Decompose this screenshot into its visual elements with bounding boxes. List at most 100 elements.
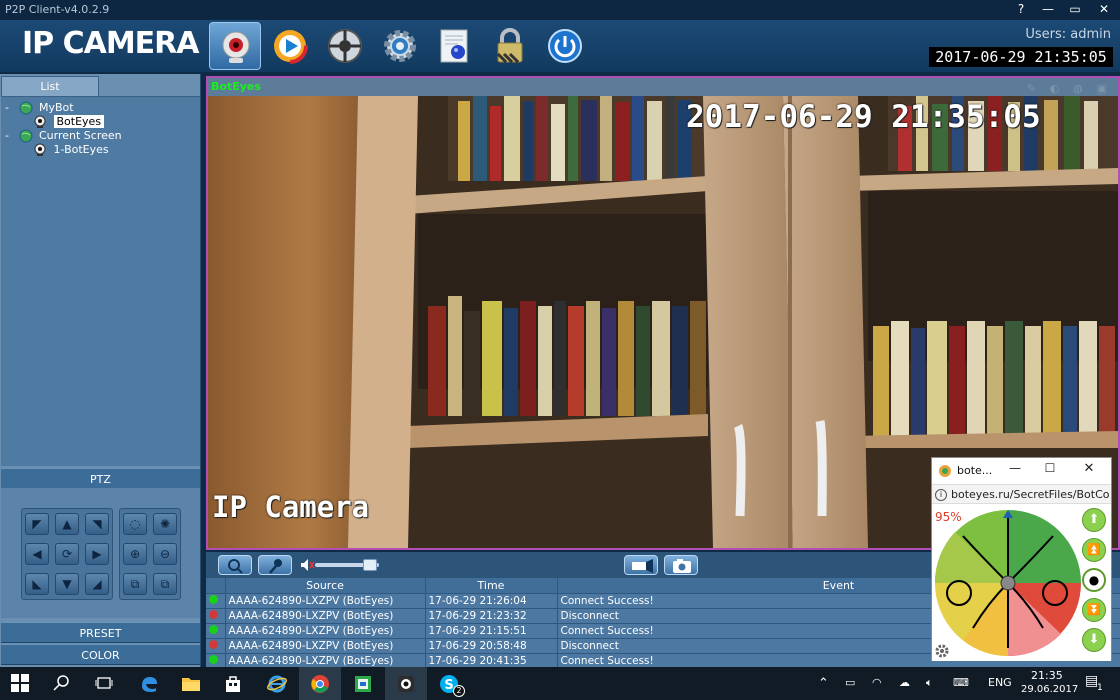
double-down-button[interactable]: ⏬ [1082,598,1106,622]
chrome-taskbar-button[interactable] [299,667,341,700]
search-button[interactable] [42,667,84,700]
tray-tablet-icon[interactable]: ▭ [845,676,855,689]
ptz-up-right-button[interactable]: ◥ [85,513,109,535]
popup-close-button[interactable]: ✕ [1078,461,1100,476]
volume-slider[interactable] [299,556,389,574]
zoom-out-button[interactable]: ⊖ [153,543,177,565]
zoom-in-button[interactable]: ⊕ [123,543,147,565]
video-record-icon [632,559,653,573]
playback-icon [272,28,308,64]
tab-list[interactable]: List [1,76,99,96]
task-view-button[interactable] [84,667,126,700]
ptz-down-left-button[interactable]: ◣ [25,573,49,595]
taskbar-date[interactable]: 29.06.2017 [1021,684,1078,695]
ipcam-taskbar-button[interactable] [385,667,427,700]
iris-close-button[interactable]: ⧉ [153,573,177,595]
popup-maximize-button[interactable]: ☐ [1039,461,1061,475]
ptz-down-button[interactable]: ▼ [55,573,79,595]
lock-icon [496,28,523,64]
source-cell: AAAA-624890-LXZPV (BotEyes) [225,593,426,609]
talk-button[interactable] [258,555,292,575]
ie-taskbar-button[interactable] [256,667,298,700]
iris-open-button[interactable]: ⧉ [123,573,147,595]
status-cell [206,593,226,609]
osd-camera-label: IP Camera [212,490,370,524]
robot-control-pad[interactable]: 95% ⬆ ⏫ ● ⏬ ⬇ [932,506,1111,661]
arrow-down-button[interactable]: ⬇ [1082,628,1106,652]
magnifier-icon [228,559,243,574]
focus-far-button[interactable]: ✺ [153,513,177,535]
ptz-down-right-button[interactable]: ◢ [85,573,109,595]
notification-count: 1 [1097,683,1103,693]
onedrive-icon[interactable]: ☁ [899,676,910,689]
focus-near-button[interactable]: ◌ [123,513,147,535]
popup-url: boteyes.ru/SecretFiles/BotCo [951,488,1110,501]
tree-label: MyBot [39,101,74,114]
chrome-icon [311,675,329,693]
tree-expander[interactable]: - [5,101,15,114]
power-button[interactable] [539,22,591,70]
close-button[interactable]: ✕ [1090,0,1118,20]
tree-node-1-boteyes[interactable]: 1-BotEyes [33,143,109,157]
log-map-button[interactable] [429,22,481,70]
start-button[interactable] [0,667,42,700]
popup-title-bar: bote... — ☐ ✕ [932,458,1111,483]
lock-button[interactable] [484,22,536,70]
title-bar: P2P Client-v4.0.2.9 ? — ▭ ✕ [0,0,1120,20]
arrow-up-button[interactable]: ⬆ [1082,508,1106,532]
minimize-button[interactable]: — [1034,0,1062,20]
tree-node-mybot[interactable]: - MyBot [5,101,74,115]
ptz-left-button[interactable]: ◀ [25,543,49,565]
language-indicator[interactable]: ENG [988,676,1012,689]
edge-taskbar-button[interactable] [128,667,170,700]
settings-button[interactable] [374,22,426,70]
header-clock: 2017-06-29 21:35:05 [929,47,1113,67]
popup-address-bar[interactable]: i boteyes.ru/SecretFiles/BotCo [932,484,1111,504]
playback-button[interactable] [264,22,316,70]
maximize-button[interactable]: ▭ [1061,0,1089,20]
ptz-header[interactable]: PTZ [1,468,200,489]
popup-minimize-button[interactable]: — [1004,461,1026,475]
camera-view-button[interactable] [209,22,261,70]
ptz-up-button[interactable]: ▲ [55,513,79,535]
volume-icon[interactable]: 🔈︎ [926,676,933,690]
power-icon [548,29,582,63]
task-view-icon [95,677,113,689]
tree-node-boteyes[interactable]: BotEyes [33,115,105,129]
gear-icon [935,644,949,658]
snapshot-button[interactable] [664,555,698,575]
time-column-header[interactable]: Time [425,578,558,594]
color-header[interactable]: COLOR [1,644,200,665]
tree-expander[interactable]: - [5,129,15,142]
ptz-lens-pad: ◌ ✺ ⊕ ⊖ ⧉ ⧉ [119,508,181,600]
ptz-settings-button[interactable] [319,22,371,70]
stop-button[interactable]: ● [1082,568,1106,592]
taskbar-time[interactable]: 21:35 [1031,669,1063,682]
explorer-taskbar-button[interactable] [170,667,212,700]
help-button[interactable]: ? [1007,0,1035,20]
store-taskbar-button[interactable] [212,667,254,700]
skype-taskbar-button[interactable]: S 2 [428,667,470,700]
app-header: IP CAMERA Users: admin 2017-06-29 21:35:… [0,20,1120,72]
time-cell: 17-06-29 20:58:48 [425,638,558,654]
tree-label: BotEyes [53,115,105,128]
keyboard-icon[interactable]: ⌨ [953,676,969,689]
source-column-header[interactable]: Source [225,578,426,594]
ptz-center-button[interactable]: ⟳ [55,543,79,565]
zoom-button[interactable] [218,555,252,575]
boteyes-popup-window[interactable]: bote... — ☐ ✕ i boteyes.ru/SecretFiles/Bo… [931,457,1112,661]
tray-chevron-icon[interactable]: ⌃ [818,676,829,691]
preset-header[interactable]: PRESET [1,622,200,643]
status-cell [206,623,226,639]
status-ok-icon [209,594,218,604]
record-button[interactable] [624,555,658,575]
app-taskbar-button[interactable] [342,667,384,700]
status-cell [206,653,226,667]
tree-node-current-screen[interactable]: - Current Screen [5,129,122,143]
ptz-right-button[interactable]: ▶ [85,543,109,565]
ptz-controls: ◤ ▲ ◥ ◀ ⟳ ▶ ◣ ▼ ◢ ◌ ✺ ⊕ ⊖ ⧉ ⧉ [1,488,200,618]
ptz-up-left-button[interactable]: ◤ [25,513,49,535]
log-map-icon [440,29,468,63]
double-up-button[interactable]: ⏫ [1082,538,1106,562]
wifi-icon[interactable]: ◠ [872,676,882,689]
